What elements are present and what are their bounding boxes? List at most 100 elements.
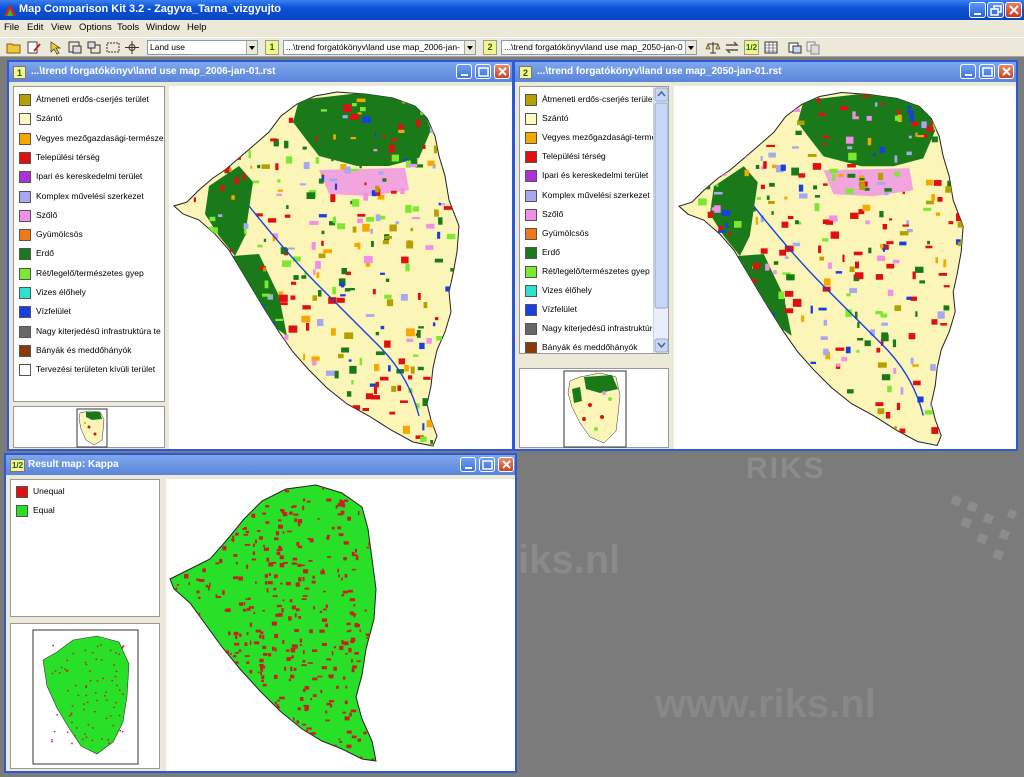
result-overview-thumbnail (32, 629, 139, 765)
legend-swatch (525, 94, 537, 106)
legend-swatch (16, 486, 28, 498)
scroll-thumb (654, 102, 669, 309)
map1-canvas[interactable] (169, 86, 512, 449)
result-close-button[interactable] (498, 457, 514, 472)
result-canvas[interactable] (166, 479, 515, 771)
legend-label: Rét/legelő/természetes gyep (542, 265, 650, 276)
result-maximize-button[interactable] (479, 457, 495, 472)
result-window: 1/2 Result map: Kappa Unequal Equal (4, 453, 517, 773)
zoom-in-icon[interactable] (67, 40, 83, 55)
menu-help[interactable]: Help (187, 22, 207, 33)
legend-swatch (525, 208, 537, 221)
app-close-button[interactable] (1005, 2, 1022, 18)
menu-view[interactable]: View (51, 22, 71, 33)
legend-swatch (525, 189, 537, 202)
menu-edit[interactable]: Edit (27, 22, 43, 33)
result-overview[interactable] (10, 623, 160, 769)
legend-label: Vegyes mezőgazdasági-termé (542, 132, 657, 143)
maximize-icon (982, 67, 993, 77)
legend-label: Települési térség (36, 151, 100, 162)
legend-label: Komplex művelési szerkezet (36, 190, 144, 201)
select-area-icon[interactable] (105, 40, 121, 55)
legend-label: Ipari és kereskedelmi terület (542, 170, 649, 181)
table-icon[interactable] (763, 40, 779, 55)
legend-label: Equal (33, 505, 55, 515)
menu-file[interactable]: File (4, 22, 19, 33)
app-restore-button[interactable] (987, 2, 1004, 18)
map1-file-select[interactable]: ...\trend forgatókönyv\land use map_2006… (283, 40, 476, 55)
open-folder-icon[interactable] (6, 40, 22, 55)
legend-swatch (19, 113, 31, 126)
legend-swatch (19, 364, 31, 377)
edit-document-icon[interactable] (26, 40, 42, 55)
legend-swatch (19, 267, 31, 280)
legend-swatch (525, 227, 537, 240)
map2-file-value: ...\trend forgatókönyv\land use map_2050… (504, 42, 683, 52)
close-icon (502, 460, 511, 469)
result-window-badge: 1/2 (10, 459, 25, 472)
map2-overview-thumbnail (563, 370, 627, 448)
close-icon (1009, 5, 1019, 15)
result-minimize-button[interactable] (460, 457, 476, 472)
legend-label: Települési térség (542, 151, 606, 162)
map1-landuse-map (173, 91, 460, 447)
map2-legend-scrollbar[interactable] (653, 87, 669, 353)
menu-window[interactable]: Window (146, 22, 180, 33)
chevron-down-icon[interactable] (246, 41, 257, 54)
menu-options[interactable]: Options (79, 22, 112, 33)
legend-swatch (19, 306, 31, 319)
map2-canvas[interactable] (674, 86, 1016, 449)
export-icon[interactable] (787, 40, 803, 55)
map2-minimize-button[interactable] (960, 64, 976, 79)
compare-badge[interactable]: 1/2 (744, 40, 759, 55)
toolbar: Land use 1 ...\trend forgatókönyv\land u… (0, 37, 1024, 57)
legend-label: Bányák és meddőhányók (36, 344, 132, 355)
map2-badge: 2 (483, 40, 497, 55)
watermark-logo (950, 494, 1018, 561)
pointer-tool-icon[interactable] (48, 40, 64, 55)
minimize-icon (965, 74, 972, 76)
result-legend: Unequal Equal (10, 479, 160, 617)
legend-swatch (525, 151, 537, 164)
map1-minimize-button[interactable] (456, 64, 472, 79)
map1-overview[interactable] (13, 406, 165, 448)
map2-overview[interactable] (519, 368, 669, 448)
minimize-icon (974, 13, 981, 15)
map2-close-button[interactable] (998, 64, 1014, 79)
legend-swatch (19, 190, 31, 203)
map2-file-select[interactable]: ...\trend forgatókönyv\land use map_2050… (501, 40, 697, 55)
chevron-down-icon[interactable] (685, 41, 696, 54)
map2-landuse-map (677, 92, 964, 447)
crosshair-icon[interactable] (124, 40, 140, 55)
close-icon (1002, 67, 1011, 76)
legend-swatch (19, 171, 31, 184)
swap-maps-icon[interactable] (724, 40, 740, 55)
balance-scale-icon[interactable] (705, 40, 721, 55)
map1-close-button[interactable] (494, 64, 510, 79)
map-type-select[interactable]: Land use (147, 40, 258, 55)
legend-label: Átmeneti erdős-cserjés terület (542, 94, 655, 104)
legend-label: Nagy kiterjedésű infrastruktúra te (36, 325, 161, 336)
legend-label: Komplex művelési szerkezet (542, 189, 650, 200)
map-type-value: Land use (150, 42, 185, 52)
legend-label: Tervezési területen kívüli terület (36, 364, 156, 375)
menu-tools[interactable]: Tools (117, 22, 139, 33)
app-minimize-button[interactable] (969, 2, 986, 18)
map2-maximize-button[interactable] (979, 64, 995, 79)
scrollbar-graphic (654, 87, 669, 353)
app-titlebar: Map Comparison Kit 3.2 - Zagyva_Tarna_vi… (0, 0, 1024, 20)
watermark-url: www.riks.nl (655, 682, 876, 726)
map1-maximize-button[interactable] (475, 64, 491, 79)
map2-window-badge: 2 (519, 66, 532, 79)
legend-label: Szántó (542, 113, 569, 124)
chevron-down-icon[interactable] (464, 41, 475, 54)
zoom-out-icon[interactable] (86, 40, 102, 55)
legend-label: Szőlő (36, 209, 58, 220)
map1-overview-thumbnail (76, 408, 108, 448)
legend-label: Vizes élőhely (36, 287, 86, 297)
copy-icon[interactable] (805, 40, 821, 55)
map2-window-titlebar: 2 ...\trend forgatókönyv\land use map_20… (515, 62, 1016, 82)
result-kappa-map (169, 484, 377, 762)
app-logo-icon (4, 4, 16, 16)
legend-swatch (525, 246, 537, 259)
